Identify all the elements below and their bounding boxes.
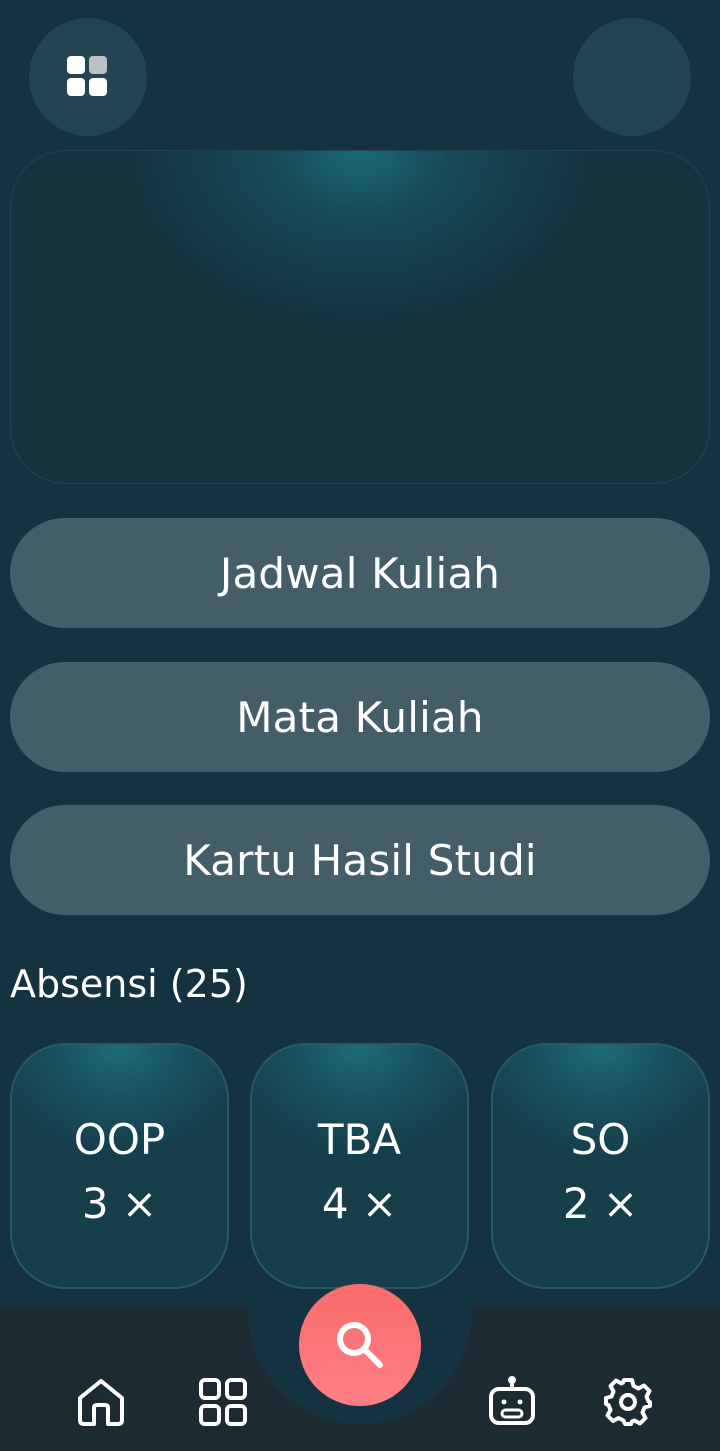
attendance-count: 2 ×: [562, 1179, 639, 1228]
menu-button[interactable]: [29, 18, 147, 136]
attendance-title: Absensi (25): [10, 962, 248, 1006]
search-button[interactable]: [299, 1284, 421, 1406]
attendance-card-tba[interactable]: TBA 4 ×: [250, 1043, 469, 1289]
jadwal-kuliah-button[interactable]: Jadwal Kuliah: [10, 518, 710, 628]
avatar[interactable]: [573, 18, 691, 136]
attendance-count: 4 ×: [321, 1179, 398, 1228]
attendance-course: SO: [570, 1115, 631, 1164]
gear-icon[interactable]: [602, 1376, 654, 1428]
attendance-course: TBA: [317, 1115, 402, 1164]
kartu-hasil-studi-button[interactable]: Kartu Hasil Studi: [10, 805, 710, 915]
attendance-card-so[interactable]: SO 2 ×: [491, 1043, 710, 1289]
mata-kuliah-button[interactable]: Mata Kuliah: [10, 662, 710, 772]
grid-menu-icon: [67, 56, 107, 96]
search-icon: [337, 1322, 383, 1368]
attendance-count: 3 ×: [81, 1179, 158, 1228]
apps-icon[interactable]: [197, 1376, 249, 1428]
home-icon[interactable]: [75, 1376, 127, 1428]
robot-icon[interactable]: [486, 1376, 538, 1428]
attendance-card-oop[interactable]: OOP 3 ×: [10, 1043, 229, 1289]
attendance-course: OOP: [73, 1115, 166, 1164]
app-screen: Jadwal Kuliah Mata Kuliah Kartu Hasil St…: [0, 0, 720, 1451]
hero-card: [10, 150, 710, 484]
